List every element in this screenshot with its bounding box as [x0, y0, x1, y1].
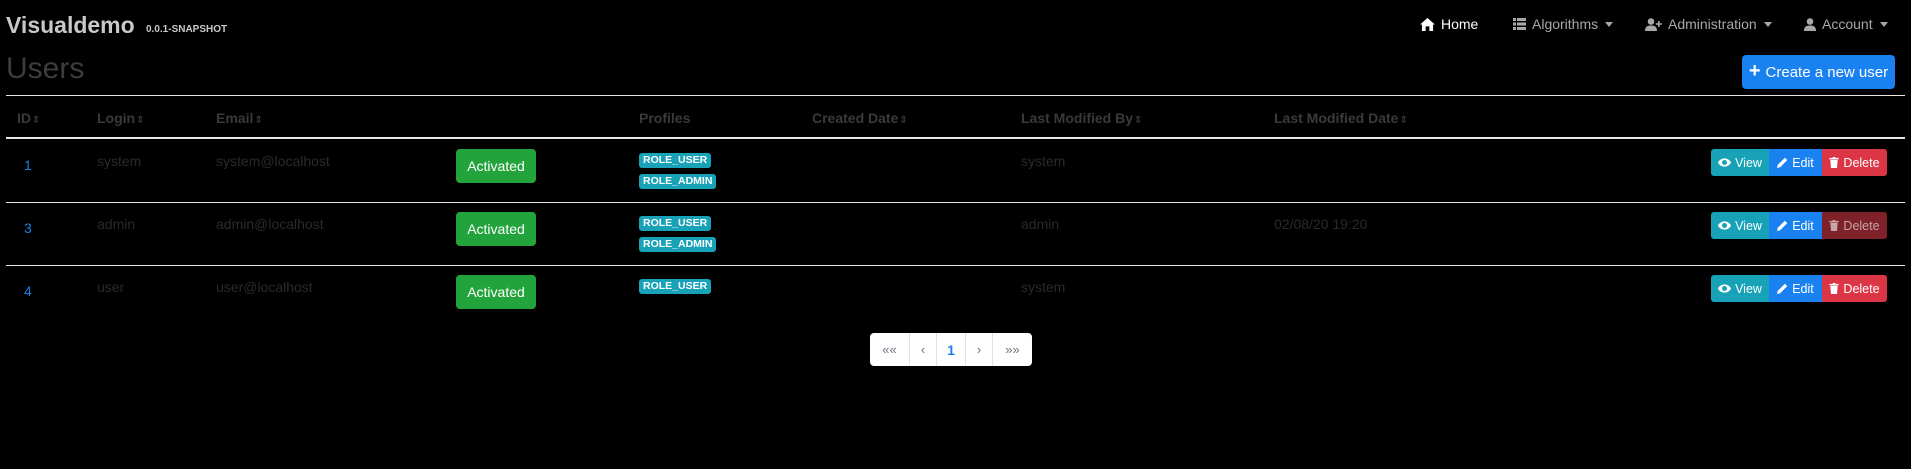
user-email: system@localhost — [216, 153, 330, 169]
edit-button[interactable]: Edit — [1769, 275, 1822, 302]
edit-button[interactable]: Edit — [1769, 149, 1822, 176]
chevron-down-icon — [1605, 21, 1614, 27]
delete-label: Delete — [1843, 155, 1880, 170]
edit-button[interactable]: Edit — [1769, 212, 1822, 239]
user-id-link[interactable]: 1 — [24, 157, 32, 173]
th-list-icon — [1513, 18, 1526, 30]
pagination: «« ‹ 1 › »» — [870, 333, 1032, 366]
status-activated-button[interactable]: Activated — [456, 149, 536, 183]
page-title: Users — [6, 52, 85, 85]
user-plus-icon — [1645, 17, 1662, 31]
user-last-modified-date: 02/08/20 19:20 — [1274, 216, 1368, 232]
page-prev-button[interactable]: ‹ — [910, 333, 937, 366]
brand-name[interactable]: Visualdemo — [6, 12, 135, 39]
delete-label: Delete — [1843, 281, 1880, 296]
delete-button[interactable]: Delete — [1822, 149, 1887, 176]
nav-administration[interactable]: Administration — [1645, 14, 1772, 34]
sort-icon: ⇕ — [1399, 115, 1408, 126]
row-divider — [6, 202, 1905, 203]
nav-administration-label: Administration — [1668, 16, 1757, 32]
page-next-button[interactable]: › — [966, 333, 993, 366]
header-divider — [6, 137, 1905, 139]
pencil-icon — [1777, 157, 1788, 168]
role-badge: ROLE_USER — [639, 279, 712, 294]
user-email: admin@localhost — [216, 216, 324, 232]
header-login[interactable]: Login⇕ — [97, 110, 145, 126]
delete-label: Delete — [1843, 218, 1880, 233]
status-activated-button[interactable]: Activated — [456, 275, 536, 309]
nav-algorithms-label: Algorithms — [1532, 16, 1599, 32]
user-icon — [1804, 17, 1816, 31]
sort-icon: ⇕ — [136, 115, 145, 126]
row-divider — [6, 265, 1905, 266]
pencil-icon — [1777, 283, 1788, 294]
user-last-modified-by: system — [1021, 153, 1066, 169]
trash-icon — [1829, 283, 1840, 294]
nav-home-label: Home — [1441, 16, 1479, 32]
eye-icon — [1718, 221, 1732, 230]
page-last-button[interactable]: »» — [993, 333, 1032, 366]
chevron-down-icon — [1879, 21, 1888, 27]
user-id-link[interactable]: 3 — [24, 220, 32, 236]
user-login: admin — [97, 216, 136, 232]
nav-home[interactable]: Home — [1420, 14, 1478, 34]
nav-account[interactable]: Account — [1804, 14, 1888, 34]
view-button[interactable]: View — [1711, 212, 1769, 239]
sort-icon: ⇕ — [32, 115, 41, 126]
sort-icon: ⇕ — [899, 115, 908, 126]
pencil-icon — [1777, 220, 1788, 231]
sort-icon: ⇕ — [1134, 115, 1143, 126]
delete-button[interactable]: Delete — [1822, 275, 1887, 302]
edit-label: Edit — [1792, 155, 1814, 170]
home-icon — [1420, 17, 1435, 31]
user-login: system — [97, 153, 142, 169]
user-id-link[interactable]: 4 — [24, 283, 32, 299]
row-actions: View Edit Delete — [1711, 212, 1887, 239]
status-activated-button[interactable]: Activated — [456, 212, 536, 246]
divider — [6, 95, 1905, 96]
navbar: Visualdemo 0.0.1-SNAPSHOT Home Algorithm… — [0, 0, 1911, 48]
trash-icon — [1829, 220, 1840, 231]
edit-label: Edit — [1792, 218, 1814, 233]
page-current-button[interactable]: 1 — [937, 333, 966, 366]
page-first-button[interactable]: «« — [870, 333, 910, 366]
chevron-down-icon — [1763, 21, 1772, 27]
sort-icon: ⇕ — [254, 115, 263, 126]
view-label: View — [1735, 155, 1762, 170]
header-email[interactable]: Email⇕ — [216, 110, 263, 126]
user-email: user@localhost — [216, 279, 313, 295]
role-badge: ROLE_ADMIN — [639, 174, 717, 189]
user-last-modified-by: admin — [1021, 216, 1060, 232]
trash-icon — [1829, 157, 1840, 168]
create-user-button[interactable]: + Create a new user — [1742, 55, 1895, 89]
user-login: user — [97, 279, 125, 295]
plus-icon: + — [1748, 60, 1761, 82]
header-created-date[interactable]: Created Date⇕ — [812, 110, 908, 126]
header-last-modified-date[interactable]: Last Modified Date⇕ — [1274, 110, 1408, 126]
row-actions: View Edit Delete — [1711, 275, 1887, 302]
nav-account-label: Account — [1822, 16, 1873, 32]
edit-label: Edit — [1792, 281, 1814, 296]
role-badge: ROLE_ADMIN — [639, 237, 717, 252]
eye-icon — [1718, 158, 1732, 167]
view-button[interactable]: View — [1711, 149, 1769, 176]
brand-version: 0.0.1-SNAPSHOT — [146, 24, 228, 35]
row-actions: View Edit Delete — [1711, 149, 1887, 176]
view-label: View — [1735, 281, 1762, 296]
role-badge: ROLE_USER — [639, 216, 712, 231]
user-last-modified-by: system — [1021, 279, 1066, 295]
nav-algorithms[interactable]: Algorithms — [1513, 14, 1614, 34]
header-last-modified-by[interactable]: Last Modified By⇕ — [1021, 110, 1142, 126]
role-badge: ROLE_USER — [639, 153, 712, 168]
delete-button-disabled: Delete — [1822, 212, 1887, 239]
header-profiles: Profiles — [639, 110, 691, 126]
header-id[interactable]: ID⇕ — [17, 110, 40, 126]
view-button[interactable]: View — [1711, 275, 1769, 302]
view-label: View — [1735, 218, 1762, 233]
create-user-label: Create a new user — [1765, 63, 1889, 81]
eye-icon — [1718, 284, 1732, 293]
